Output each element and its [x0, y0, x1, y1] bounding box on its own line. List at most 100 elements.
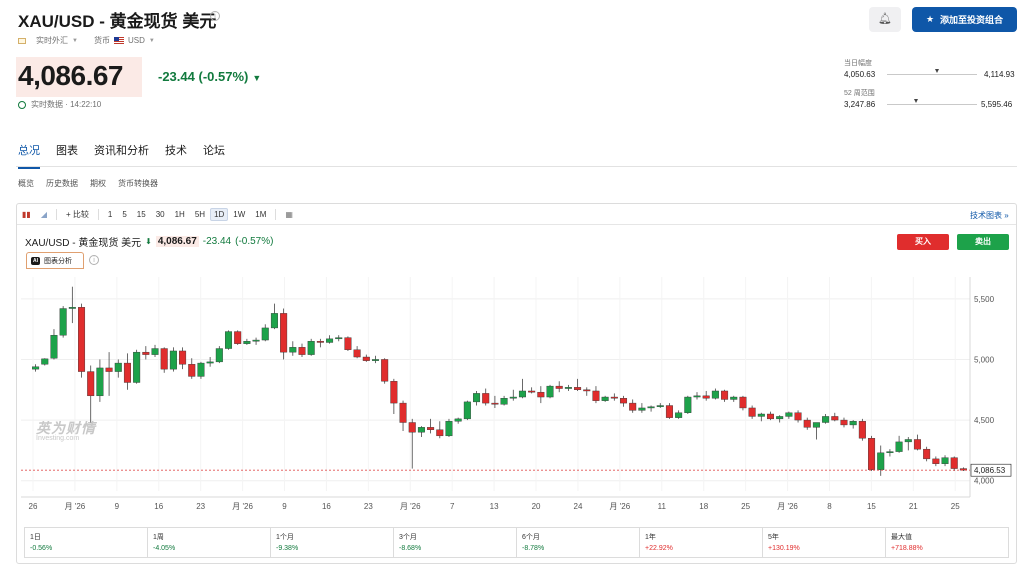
x-tick-label: 25	[951, 502, 960, 511]
candle-body	[509, 396, 517, 399]
candle-body	[381, 359, 389, 382]
tab-technical[interactable]: 技术	[165, 142, 187, 169]
chart-change-percent: (-0.57%)	[235, 236, 274, 247]
x-tick-label: 9	[115, 502, 120, 511]
ai-analysis-label: 图表分析	[44, 258, 72, 265]
tab-forum[interactable]: 论坛	[203, 142, 225, 169]
perf-label: 6个月	[522, 534, 540, 541]
area-chart-icon[interactable]: ◢	[36, 210, 52, 219]
candle-body	[904, 439, 912, 443]
performance-strip: 1日 -0.56% 1周 -4.05% 1个月 -9.38% 3个月 -8.68% 6个…	[24, 527, 1009, 558]
bell-plus-icon: 🔔︎	[878, 13, 892, 25]
perf-cell[interactable]: 1日 -0.56%	[25, 528, 148, 557]
main-tabs: 总况 图表 资讯和分析 技术 论坛	[18, 142, 225, 169]
x-tick-label: 月 '26	[610, 502, 631, 511]
chart-toolbar: ▮▮ ◢ + 比较 1 5 15 30 1H 5H 1D 1W 1M ▦	[17, 204, 1016, 225]
chart-change: -23.44	[202, 236, 232, 247]
candle-body	[537, 391, 545, 398]
candle-body	[950, 457, 958, 469]
table-view-icon[interactable]: ▦	[280, 210, 298, 219]
subtab-options[interactable]: 期权	[90, 178, 106, 189]
x-tick-label: 16	[154, 502, 163, 511]
perf-cell[interactable]: 1年 +22.92%	[640, 528, 763, 557]
perf-label: 5年	[768, 534, 779, 541]
candle-body	[298, 347, 306, 355]
perf-cell[interactable]: 1个月 -9.38%	[271, 528, 394, 557]
x-tick-label: 月 '26	[777, 502, 798, 511]
interval-30[interactable]: 30	[151, 210, 170, 219]
compare-button[interactable]: + 比较	[61, 209, 94, 220]
candle-body	[518, 390, 526, 398]
candle-body	[151, 348, 159, 355]
tabs-divider	[16, 166, 1017, 167]
interval-1[interactable]: 1	[103, 210, 117, 219]
subtab-overview[interactable]: 概览	[18, 178, 34, 189]
chart-symbol-line: XAU/USD - 黄金现货 美元 ⬇ 4,086.67 -23.44 (-0.…	[25, 234, 273, 249]
x-tick-label: 20	[532, 502, 541, 511]
candle-body	[243, 341, 251, 344]
perf-cell[interactable]: 1周 -4.05%	[148, 528, 271, 557]
candle-body	[564, 387, 572, 389]
interval-15[interactable]: 15	[132, 210, 151, 219]
candle-body	[711, 390, 719, 399]
perf-cell[interactable]: 3个月 -8.68%	[394, 528, 517, 557]
candle-body	[757, 413, 765, 417]
perf-cell[interactable]: 5年 +130.19%	[763, 528, 886, 557]
chevron-down-icon[interactable]: ▼	[72, 38, 78, 44]
candle-body	[803, 419, 811, 428]
create-alert-button[interactable]: 🔔︎	[869, 7, 901, 32]
candle-body	[840, 419, 848, 426]
candle-body	[776, 416, 784, 420]
tab-news[interactable]: 资讯和分析	[94, 142, 149, 169]
buy-button[interactable]: 买入	[897, 234, 949, 250]
interval-5[interactable]: 5	[117, 210, 131, 219]
day-range-label: 当日幅度	[844, 60, 872, 67]
perf-value: -9.38%	[276, 545, 299, 552]
perf-value: -4.05%	[153, 545, 176, 552]
day-high: 4,114.93	[984, 70, 1015, 79]
candle-body	[463, 401, 471, 420]
us-flag-icon	[113, 37, 124, 44]
technical-chart-link[interactable]: 技术图表 »	[970, 210, 1009, 221]
candle-body	[307, 341, 315, 355]
interval-1d[interactable]: 1D	[210, 207, 229, 221]
candle-body	[665, 405, 673, 418]
ai-tab-underline	[26, 268, 84, 269]
candle-body	[353, 349, 361, 358]
add-to-portfolio-button[interactable]: ★ 添加至投资组合	[912, 7, 1017, 32]
market-label[interactable]: 实时外汇	[36, 35, 68, 46]
candle-body	[868, 438, 876, 470]
tab-chart[interactable]: 图表	[56, 142, 78, 169]
candlestick-icon[interactable]: ▮▮	[17, 210, 36, 219]
currency-value[interactable]: USD	[128, 36, 145, 45]
candle-body	[169, 350, 177, 370]
perf-cell[interactable]: 6个月 -8.78%	[517, 528, 640, 557]
interval-1m[interactable]: 1M	[250, 210, 271, 219]
candle-body	[473, 393, 481, 403]
candle-body	[206, 361, 214, 364]
ai-chart-analysis-tab[interactable]: AI 图表分析	[26, 252, 84, 269]
interval-5h[interactable]: 5H	[190, 210, 210, 219]
candlestick-chart[interactable]: 4,000 4,500 5,000 5,500 26 月 '26 9 16 23 月 '26 9 16…	[17, 275, 1016, 520]
perf-label: 1个月	[276, 534, 294, 541]
realtime-text: 实时数据 · 14:22:10	[31, 100, 102, 109]
chevron-down-icon[interactable]: ▼	[149, 38, 155, 44]
perf-cell[interactable]: 最大值 +718.88%	[886, 528, 1008, 557]
subtab-converter[interactable]: 货币转换器	[118, 178, 158, 189]
x-tick-label: 23	[196, 502, 205, 511]
market-meta: 实时外汇 ▼ 货币 USD ▼	[18, 35, 155, 46]
sell-button[interactable]: 卖出	[957, 234, 1009, 250]
subtab-history[interactable]: 历史数据	[46, 178, 78, 189]
ai-badge: AI	[31, 257, 40, 265]
candle-body	[114, 362, 122, 372]
x-tick-label: 9	[282, 502, 287, 511]
info-icon[interactable]: i	[89, 255, 99, 265]
interval-1h[interactable]: 1H	[170, 210, 190, 219]
interval-1w[interactable]: 1W	[228, 210, 250, 219]
tab-overview[interactable]: 总况	[18, 142, 40, 169]
x-tick-label: 16	[322, 502, 331, 511]
day-range-marker	[935, 69, 939, 73]
info-icon[interactable]: i	[210, 11, 220, 21]
candle-body	[41, 358, 49, 365]
candle-body	[812, 422, 820, 428]
